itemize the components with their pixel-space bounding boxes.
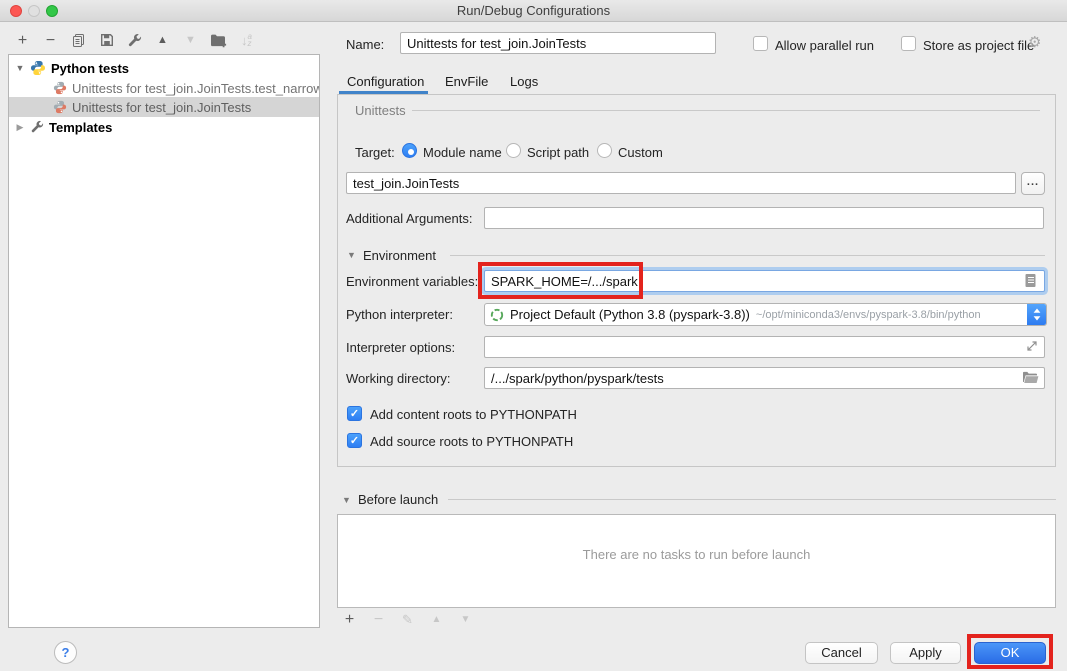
move-down-button[interactable]: ▼ xyxy=(182,32,199,49)
additional-arguments-input[interactable] xyxy=(484,207,1044,229)
remove-task-button[interactable]: − xyxy=(370,611,387,628)
radio-module-name-label: Module name xyxy=(423,145,502,160)
python-interpreter-path: ~/opt/miniconda3/envs/pyspark-3.8/bin/py… xyxy=(756,309,981,321)
wrench-icon xyxy=(30,120,44,134)
environment-separator xyxy=(450,255,1045,256)
before-launch-toolbar: + − ✎ ▲ ▼ xyxy=(341,610,474,628)
task-move-down-button[interactable]: ▼ xyxy=(457,611,474,628)
environment-variables-label: Environment variables: xyxy=(346,274,478,289)
environment-section-label: Environment xyxy=(363,248,436,263)
add-configuration-button[interactable]: + xyxy=(14,32,31,49)
edit-templates-wrench-icon[interactable] xyxy=(126,32,143,49)
select-stepper-icon[interactable] xyxy=(1027,304,1046,325)
tree-item-unittests-jointests-selected[interactable]: Unittests for test_join.JoinTests xyxy=(9,97,319,117)
target-input[interactable] xyxy=(346,172,1016,194)
allow-parallel-run-checkbox[interactable] xyxy=(753,36,768,51)
add-task-button[interactable]: + xyxy=(341,611,358,628)
expand-arrow-icon[interactable]: ▶ xyxy=(15,122,25,133)
working-directory-input[interactable] xyxy=(484,367,1045,389)
tree-item-python-tests[interactable]: ▼ Python tests xyxy=(9,58,319,78)
env-vars-highlight-annotation xyxy=(478,262,643,299)
additional-arguments-label: Additional Arguments: xyxy=(346,211,472,226)
tab-envfile[interactable]: EnvFile xyxy=(445,74,488,89)
save-configuration-icon[interactable] xyxy=(98,32,115,49)
before-launch-empty-text: There are no tasks to run before launch xyxy=(338,547,1055,562)
remove-configuration-button[interactable]: − xyxy=(42,32,59,49)
close-window-button[interactable] xyxy=(10,5,22,17)
tab-configuration[interactable]: Configuration xyxy=(347,74,424,89)
copy-configuration-icon[interactable] xyxy=(70,32,87,49)
before-launch-collapse-icon[interactable]: ▼ xyxy=(342,495,351,505)
sort-configurations-icon[interactable]: ↓ az xyxy=(238,32,255,49)
allow-parallel-run-label: Allow parallel run xyxy=(775,38,874,53)
target-label: Target: xyxy=(355,145,395,160)
interpreter-options-label: Interpreter options: xyxy=(346,340,455,355)
edit-task-pencil-icon[interactable]: ✎ xyxy=(399,611,416,628)
unittests-section-label: Unittests xyxy=(355,103,406,118)
store-as-project-file-label: Store as project file xyxy=(923,38,1034,53)
configurations-toolbar: + − ▲ ▼ ↓ az xyxy=(14,30,255,50)
interpreter-options-input[interactable] xyxy=(484,336,1045,358)
radio-script-path-label: Script path xyxy=(527,145,589,160)
add-source-roots-label: Add source roots to PYTHONPATH xyxy=(370,434,573,449)
env-vars-editor-icon[interactable] xyxy=(1024,273,1037,291)
working-directory-label: Working directory: xyxy=(346,371,451,386)
python-test-icon xyxy=(53,100,67,114)
add-content-roots-checkbox[interactable]: ✓ xyxy=(347,406,362,421)
tree-item-label: Templates xyxy=(49,120,112,135)
radio-module-name[interactable] xyxy=(402,143,417,158)
browse-button[interactable]: ... xyxy=(1021,172,1045,195)
python-icon xyxy=(30,60,46,76)
python-interpreter-label: Python interpreter: xyxy=(346,307,453,322)
add-content-roots-label: Add content roots to PYTHONPATH xyxy=(370,407,577,422)
before-launch-separator xyxy=(448,499,1056,500)
name-label: Name: xyxy=(346,37,384,52)
cancel-button[interactable]: Cancel xyxy=(805,642,878,664)
name-input[interactable] xyxy=(400,32,716,54)
folder-icon[interactable] xyxy=(1022,371,1039,387)
apply-button[interactable]: Apply xyxy=(890,642,961,664)
add-source-roots-checkbox[interactable]: ✓ xyxy=(347,433,362,448)
expand-field-icon[interactable] xyxy=(1026,340,1038,355)
gear-icon[interactable]: ⚙ xyxy=(1028,33,1041,51)
unittests-separator xyxy=(412,110,1040,111)
conda-env-icon xyxy=(490,308,504,322)
zoom-window-button[interactable] xyxy=(46,5,58,17)
tree-item-label: Unittests for test_join.JoinTests.test_n… xyxy=(72,81,319,96)
python-interpreter-select[interactable]: Project Default (Python 3.8 (pyspark-3.8… xyxy=(484,303,1047,326)
tab-logs[interactable]: Logs xyxy=(510,74,538,89)
tree-item-unittests-test-narrow[interactable]: Unittests for test_join.JoinTests.test_n… xyxy=(9,78,319,98)
python-interpreter-value: Project Default (Python 3.8 (pyspark-3.8… xyxy=(510,307,750,322)
help-button[interactable]: ? xyxy=(54,641,77,664)
collapse-arrow-icon[interactable]: ▼ xyxy=(15,63,25,73)
window-title: Run/Debug Configurations xyxy=(457,3,610,18)
tree-item-label: Unittests for test_join.JoinTests xyxy=(72,100,251,115)
configurations-tree: ▼ Python tests Unittests for test_join.J… xyxy=(8,54,320,628)
radio-custom-label: Custom xyxy=(618,145,663,160)
python-test-icon xyxy=(53,81,67,95)
minimize-window-button[interactable] xyxy=(28,5,40,17)
new-folder-icon[interactable] xyxy=(210,32,227,49)
task-move-up-button[interactable]: ▲ xyxy=(428,611,445,628)
before-launch-task-list[interactable]: There are no tasks to run before launch xyxy=(337,514,1056,608)
store-as-project-file-checkbox[interactable] xyxy=(901,36,916,51)
radio-custom[interactable] xyxy=(597,143,612,158)
tree-item-label: Python tests xyxy=(51,61,129,76)
tree-item-templates[interactable]: ▶ Templates xyxy=(9,117,319,137)
title-bar: Run/Debug Configurations xyxy=(0,0,1067,22)
ok-highlight-annotation xyxy=(967,634,1053,669)
radio-script-path[interactable] xyxy=(506,143,521,158)
before-launch-section-label: Before launch xyxy=(358,492,438,507)
move-up-button[interactable]: ▲ xyxy=(154,32,171,49)
environment-collapse-icon[interactable]: ▼ xyxy=(347,250,356,260)
